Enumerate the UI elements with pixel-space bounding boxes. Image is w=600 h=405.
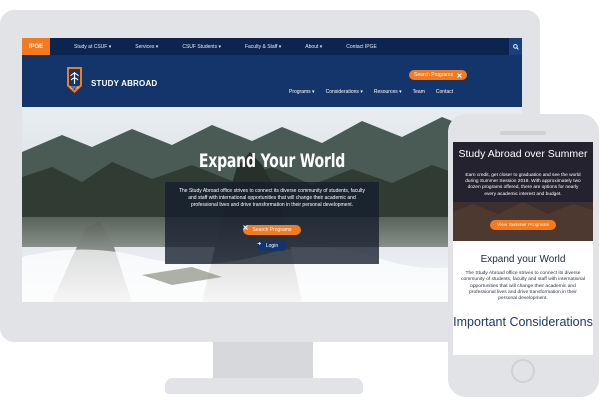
header-search-programs-button[interactable]: Search Programs xyxy=(409,70,467,80)
monitor-stand-base xyxy=(165,378,363,394)
mobile-screen: Study Abroad over Summer Earn credit, ge… xyxy=(453,142,593,355)
nav-team[interactable]: Team xyxy=(413,89,425,95)
hero-login-label: Login xyxy=(265,243,279,249)
mobile-phone: Study Abroad over Summer Earn credit, ge… xyxy=(448,114,599,397)
main-navigation: Programs ▾ Considerations ▾ Resources ▾ … xyxy=(289,89,453,95)
top-navigation-bar: IPGE Study at CSUF ▾ Services ▾ CSUF Stu… xyxy=(22,38,522,55)
hero-search-label: Search Programs xyxy=(252,227,292,233)
hero-text-panel: The Study Abroad office strives to conne… xyxy=(165,182,379,264)
monitor-stand-neck xyxy=(213,342,313,379)
top-link-about[interactable]: About ▾ xyxy=(305,44,322,50)
hero-title: Expand Your World xyxy=(198,150,346,172)
phone-home-button xyxy=(511,359,535,383)
mobile-section-title: Expand your World xyxy=(480,254,566,265)
top-link-contact[interactable]: Contact IPGE xyxy=(346,44,377,50)
view-summer-programs-button[interactable]: View Summer Programs xyxy=(490,220,556,230)
mobile-summer-banner: Study Abroad over Summer Earn credit, ge… xyxy=(453,142,593,241)
nav-contact[interactable]: Contact xyxy=(436,89,453,95)
ipge-badge[interactable]: IPGE xyxy=(22,38,50,55)
login-arrow-icon xyxy=(257,241,262,246)
mobile-considerations-heading: Important Considerations xyxy=(453,315,593,329)
top-link-faculty-staff[interactable]: Faculty & Staff ▾ xyxy=(245,44,281,50)
mobile-section-text: The Study Abroad office strives to conne… xyxy=(461,271,585,302)
hero-login-button[interactable]: Login xyxy=(257,241,287,251)
site-header: CSUF STUDY ABROAD Search Programs Progra… xyxy=(22,55,522,107)
svg-text:CSUF: CSUF xyxy=(70,86,79,90)
mobile-summer-title: Study Abroad over Summer xyxy=(458,148,588,160)
hero-section: Expand Your World The Study Abroad offic… xyxy=(22,107,522,302)
compass-icon xyxy=(457,72,462,78)
compass-icon xyxy=(243,225,248,230)
nav-resources[interactable]: Resources ▾ xyxy=(374,89,402,95)
hero-description: The Study Abroad office strives to conne… xyxy=(178,188,366,208)
hero-search-programs-button[interactable]: Search Programs xyxy=(243,225,301,235)
top-link-services[interactable]: Services ▾ xyxy=(135,44,158,50)
top-links: Study at CSUF ▾ Services ▾ CSUF Students… xyxy=(50,38,377,55)
nav-programs[interactable]: Programs ▾ xyxy=(289,89,315,95)
site-brand-title[interactable]: STUDY ABROAD xyxy=(91,79,157,88)
phone-speaker xyxy=(500,131,546,135)
nav-considerations[interactable]: Considerations ▾ xyxy=(326,89,363,95)
desktop-screen: IPGE Study at CSUF ▾ Services ▾ CSUF Stu… xyxy=(22,38,522,302)
mobile-summer-text: Earn credit, get closer to graduation an… xyxy=(465,173,581,197)
header-search-label: Search Programs xyxy=(414,72,453,78)
top-link-csuf-students[interactable]: CSUF Students ▾ xyxy=(182,44,221,50)
search-icon xyxy=(512,43,519,50)
csuf-seal-logo[interactable]: CSUF xyxy=(66,66,83,94)
top-search-button[interactable] xyxy=(509,38,522,55)
top-link-study-at-csuf[interactable]: Study at CSUF ▾ xyxy=(74,44,111,50)
